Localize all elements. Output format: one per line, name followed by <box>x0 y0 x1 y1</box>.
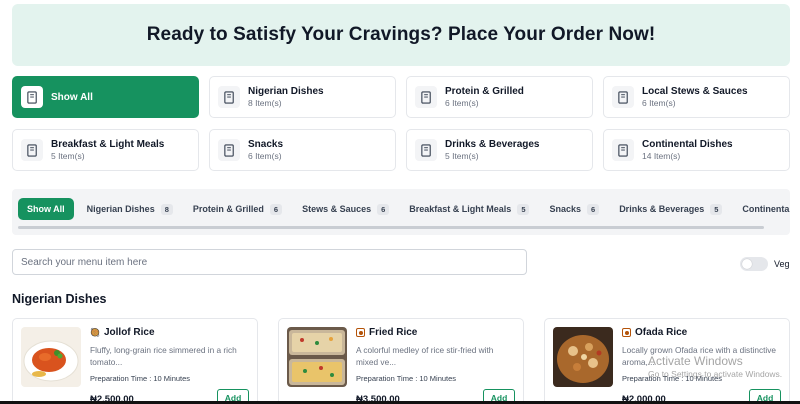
veg-filter: Veg <box>740 257 790 271</box>
category-count: 14 Item(s) <box>642 151 681 161</box>
category-card-protein-grilled[interactable]: Protein & Grilled 6 Item(s) <box>406 76 593 118</box>
tab-count-badge: 5 <box>517 203 530 215</box>
category-card-snacks[interactable]: Snacks 6 Item(s) <box>209 129 396 171</box>
tab-protein-grilled[interactable]: Protein & Grilled 6 <box>186 198 289 220</box>
menu-book-icon <box>415 139 437 161</box>
menu-book-icon <box>415 86 437 108</box>
tab-count-badge: 5 <box>710 203 723 215</box>
menu-item-card[interactable]: 🥘 Jollof Rice Fluffy, long-grain rice sim… <box>12 318 258 404</box>
category-card-show-all[interactable]: Show All <box>12 76 199 118</box>
category-card-nigerian-dishes[interactable]: Nigerian Dishes 8 Item(s) <box>209 76 396 118</box>
item-title: 🥘 Jollof Rice <box>90 327 249 338</box>
category-count: 5 Item(s) <box>445 151 479 161</box>
tab-snacks[interactable]: Snacks 6 <box>542 198 606 220</box>
category-name: Breakfast & Light Meals <box>51 139 165 150</box>
tab-nigerian-dishes[interactable]: Nigerian Dishes 8 <box>80 198 180 220</box>
tab-breakfast-light-meals[interactable]: Breakfast & Light Meals 5 <box>402 198 536 220</box>
tab-drinks-beverages[interactable]: Drinks & Beverages 5 <box>612 198 729 220</box>
watermark-title: Activate Windows <box>648 354 743 368</box>
menu-book-icon <box>612 139 634 161</box>
item-prep-time: Preparation Time : 10 Minutes <box>90 374 191 383</box>
tab-label: Nigerian Dishes <box>86 204 155 214</box>
toggle-knob <box>742 259 752 269</box>
category-count: 6 Item(s) <box>248 151 282 161</box>
tab-count-badge: 6 <box>377 203 390 215</box>
category-count: 8 Item(s) <box>248 98 282 108</box>
tab-count-badge: 8 <box>160 203 173 215</box>
category-count: 6 Item(s) <box>445 98 479 108</box>
category-card-continental-dishes[interactable]: Continental Dishes 14 Item(s) <box>603 129 790 171</box>
category-count: 6 Item(s) <box>642 98 676 108</box>
tab-label: Show All <box>27 204 65 214</box>
item-description: A colorful medley of rice stir-fried wit… <box>356 345 494 367</box>
tab-label: Drinks & Beverages <box>619 204 705 214</box>
tab-continental[interactable]: Continental <box>735 198 790 220</box>
tab-stews-sauces[interactable]: Stews & Sauces 6 <box>295 198 396 220</box>
item-name: Fried Rice <box>369 327 418 338</box>
windows-activation-watermark: Activate Windows Go to Settings to activ… <box>648 354 782 379</box>
food-image-fried-rice <box>287 327 347 387</box>
category-card-breakfast-light-meals[interactable]: Breakfast & Light Meals 5 Item(s) <box>12 129 199 171</box>
tab-count-badge: 6 <box>587 203 600 215</box>
non-veg-indicator-icon <box>356 328 365 337</box>
item-name: Jollof Rice <box>103 327 155 338</box>
category-name: Continental Dishes <box>642 139 733 150</box>
item-title: Fried Rice <box>356 327 515 338</box>
category-card-local-stews-sauces[interactable]: Local Stews & Sauces 6 Item(s) <box>603 76 790 118</box>
veg-toggle[interactable] <box>740 257 768 271</box>
item-title: Ofada Rice <box>622 327 781 338</box>
category-name: Show All <box>51 91 93 103</box>
menu-book-icon <box>218 139 240 161</box>
category-name: Drinks & Beverages <box>445 139 540 150</box>
search-input[interactable] <box>12 249 527 275</box>
category-name: Nigerian Dishes <box>248 86 324 97</box>
menu-book-icon <box>612 86 634 108</box>
tab-show-all[interactable]: Show All <box>18 198 74 220</box>
menu-book-icon <box>21 86 43 108</box>
category-grid: Show All Nigerian Dishes 8 Item(s) Protei… <box>12 76 790 171</box>
tab-label: Snacks <box>549 204 582 214</box>
item-name: Ofada Rice <box>635 327 688 338</box>
tab-count-badge: 6 <box>269 203 283 215</box>
category-name: Local Stews & Sauces <box>642 86 748 97</box>
food-image-ofada-rice <box>553 327 613 387</box>
menu-book-icon <box>21 139 43 161</box>
category-count: 5 Item(s) <box>51 151 85 161</box>
watermark-subtitle: Go to Settings to activate Windows. <box>648 369 783 379</box>
tab-label: Protein & Grilled <box>192 204 264 214</box>
category-tab-bar: Show All Nigerian Dishes 8 Protein & Gril… <box>12 189 790 235</box>
tab-label: Continental <box>742 204 790 214</box>
category-card-drinks-beverages[interactable]: Drinks & Beverages 5 Item(s) <box>406 129 593 171</box>
hero-title: Ready to Satisfy Your Cravings? Place Yo… <box>146 24 656 45</box>
dish-icon: 🥘 <box>90 328 100 337</box>
item-prep-time: Preparation Time : 10 Minutes <box>356 374 457 383</box>
non-veg-indicator-icon <box>622 328 631 337</box>
tab-label: Breakfast & Light Meals <box>409 204 512 214</box>
category-name: Protein & Grilled <box>445 86 524 97</box>
tab-scrollbar[interactable] <box>18 226 764 229</box>
menu-book-icon <box>218 86 240 108</box>
menu-item-card[interactable]: Fried Rice A colorful medley of rice sti… <box>278 318 524 404</box>
veg-label: Veg <box>774 259 790 269</box>
category-name: Snacks <box>248 139 284 150</box>
food-image-jollof-rice <box>21 327 81 387</box>
item-description: Fluffy, long-grain rice simmered in a ri… <box>90 345 237 367</box>
tab-label: Stews & Sauces <box>302 204 372 214</box>
hero-banner: Ready to Satisfy Your Cravings? Place Yo… <box>12 4 790 66</box>
section-title: Nigerian Dishes <box>12 292 107 306</box>
